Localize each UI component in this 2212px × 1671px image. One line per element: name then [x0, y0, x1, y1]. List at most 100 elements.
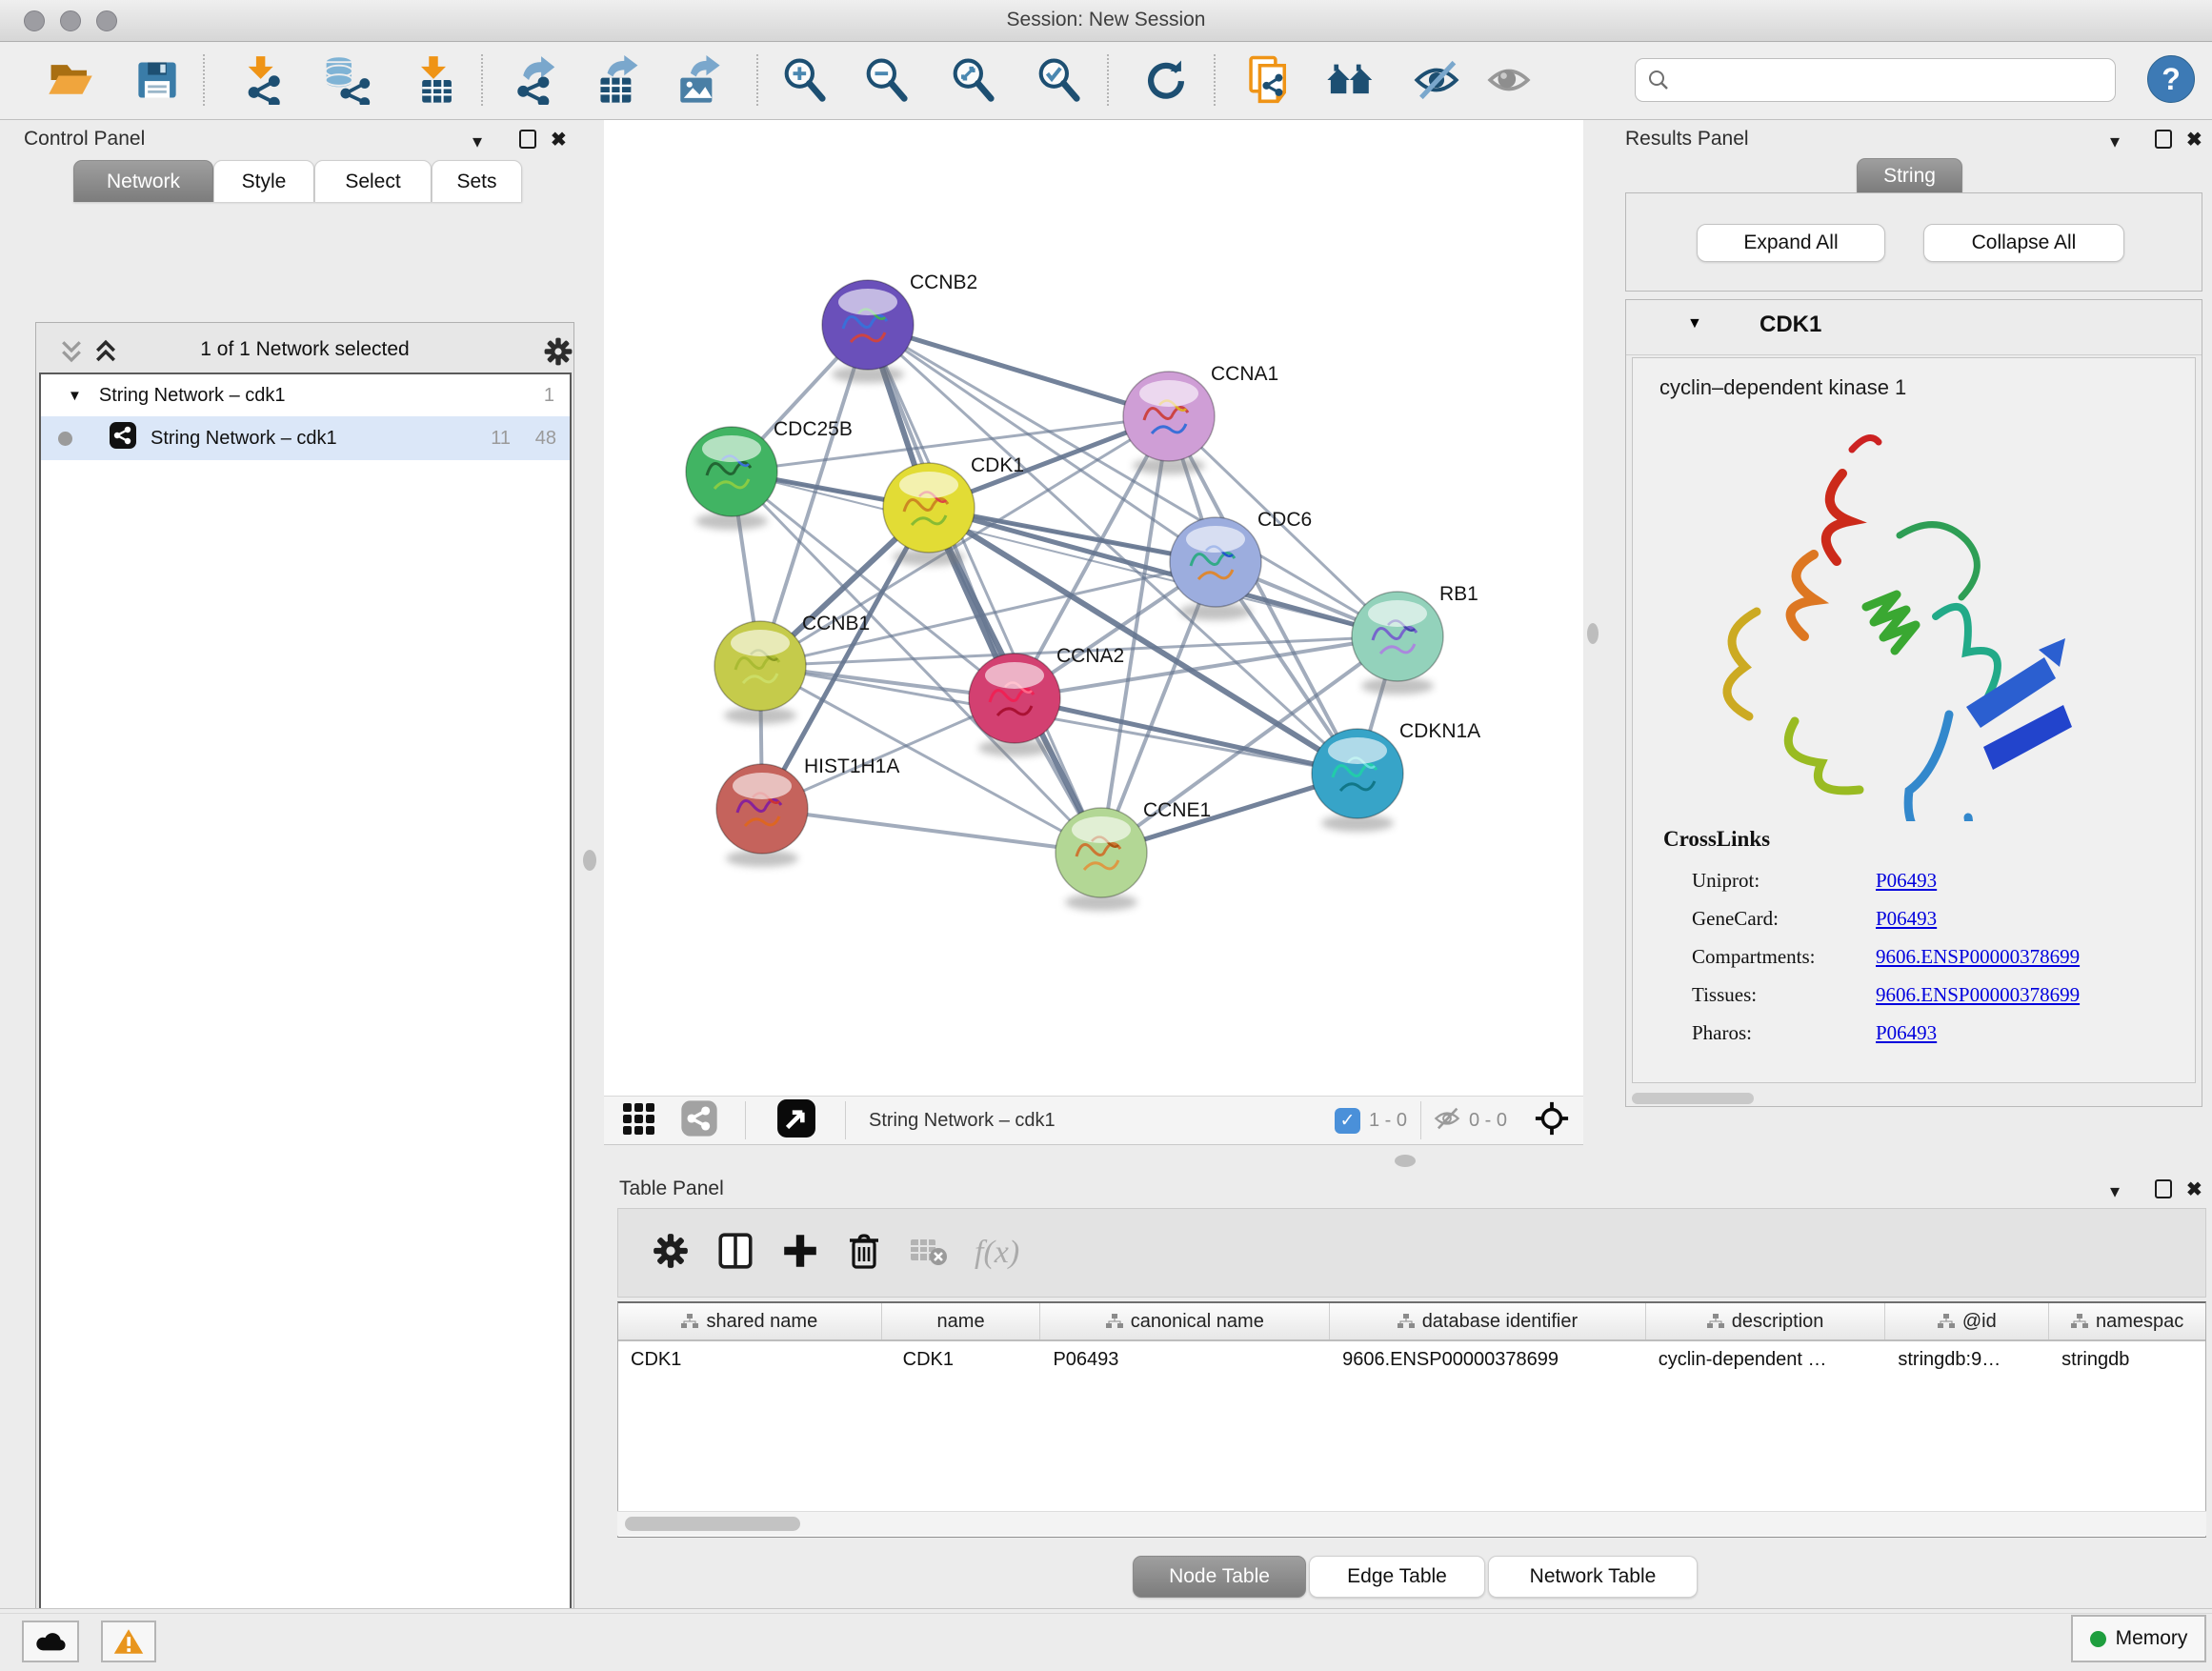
cell-shared-name: CDK1 [618, 1349, 882, 1371]
collection-label: String Network – cdk1 [99, 385, 286, 407]
close-panel-icon[interactable]: ✖ [2186, 1178, 2202, 1201]
close-panel-icon[interactable]: ✖ [551, 128, 567, 151]
table-settings-gear-icon[interactable] [651, 1231, 691, 1276]
table-hscrollbar-thumb[interactable] [625, 1517, 800, 1531]
zoom-fit-icon[interactable] [947, 50, 1000, 110]
tab-string[interactable]: String [1857, 158, 1962, 192]
hidden-counts: 0 - 0 [1469, 1110, 1507, 1132]
open-session-icon[interactable] [44, 50, 97, 110]
expand-all-button[interactable]: Expand All [1697, 224, 1885, 262]
column-header[interactable]: @id [1885, 1303, 2049, 1339]
column-header[interactable]: canonical name [1040, 1303, 1330, 1339]
column-header[interactable]: name [882, 1303, 1041, 1339]
memory-status-dot [2090, 1631, 2106, 1647]
main-toolbar: ? [0, 43, 2212, 120]
grid-view-icon[interactable] [621, 1099, 659, 1142]
save-session-icon[interactable] [131, 50, 184, 110]
tab-node-table[interactable]: Node Table [1133, 1556, 1306, 1598]
show-columns-icon[interactable] [715, 1231, 755, 1276]
search-box[interactable] [1635, 58, 2116, 102]
crosslink-label: Pharos: [1692, 1014, 1816, 1052]
warning-status-button[interactable] [101, 1621, 156, 1662]
clone-network-icon[interactable] [1243, 50, 1297, 110]
crosslink-link[interactable]: 9606.ENSP00000378699 [1876, 937, 2080, 976]
network-node-cdkn1a[interactable]: CDKN1A [1312, 720, 1480, 832]
network-collection-row[interactable]: ▼ String Network – cdk1 1 [41, 374, 570, 416]
network-edge[interactable] [868, 325, 1169, 416]
float-panel-icon[interactable] [2155, 130, 2172, 149]
bottom-splitter-handle[interactable] [1395, 1155, 1416, 1167]
help-button[interactable]: ? [2147, 55, 2195, 103]
collapse-all-button[interactable]: Collapse All [1923, 224, 2124, 262]
float-panel-icon[interactable] [2155, 1179, 2172, 1198]
memory-button[interactable]: Memory [2071, 1615, 2206, 1662]
tab-edge-table[interactable]: Edge Table [1309, 1556, 1485, 1598]
network-node-cdc25b[interactable]: CDC25B [686, 418, 853, 530]
tab-network-table[interactable]: Network Table [1488, 1556, 1698, 1598]
memory-label: Memory [2116, 1627, 2188, 1650]
export-image-icon[interactable] [671, 50, 724, 110]
selected-checkbox-icon[interactable]: ✓ [1335, 1108, 1360, 1134]
fit-content-crosshair-icon[interactable] [1534, 1100, 1570, 1141]
section-collapse-icon[interactable]: ▼ [1687, 315, 1702, 332]
hide-selected-eye-icon[interactable] [1410, 50, 1463, 110]
cloud-status-button[interactable] [22, 1621, 79, 1662]
node-label: CCNA1 [1211, 363, 1278, 385]
table-row[interactable]: CDK1 CDK1 P06493 9606.ENSP00000378699 cy… [618, 1341, 2205, 1378]
network-node-ccne1[interactable]: CCNE1 [1056, 799, 1211, 911]
left-splitter-handle[interactable] [583, 850, 596, 871]
import-network-file-icon[interactable] [236, 50, 290, 110]
column-header[interactable]: description [1646, 1303, 1886, 1339]
crosslink-label: Uniprot: [1692, 861, 1816, 899]
network-node-cdc6[interactable]: CDC6 [1170, 509, 1312, 620]
zoom-out-icon[interactable] [860, 50, 914, 110]
column-header[interactable]: shared name [618, 1303, 882, 1339]
control-panel-title: Control Panel [24, 128, 145, 151]
network-node-ccnb1[interactable]: CCNB1 [714, 613, 870, 724]
network-edge[interactable] [1015, 698, 1357, 774]
crosslink-link[interactable]: P06493 [1876, 861, 2080, 899]
network-node-rb1[interactable]: RB1 [1352, 583, 1478, 695]
table-hscrollbar[interactable] [617, 1511, 2206, 1536]
export-network-icon[interactable] [508, 50, 561, 110]
network-node-ccnb2[interactable]: CCNB2 [822, 272, 977, 383]
panel-menu-icon[interactable]: ▾ [2110, 130, 2120, 153]
zoom-in-icon[interactable] [778, 50, 832, 110]
tab-network[interactable]: Network [73, 160, 213, 202]
show-all-windows-icon[interactable] [1324, 50, 1377, 110]
gear-icon[interactable] [541, 334, 575, 373]
column-header[interactable]: namespac [2049, 1303, 2205, 1339]
import-table-file-icon[interactable] [407, 50, 460, 110]
node-description: cyclin–dependent kinase 1 [1659, 375, 1906, 400]
birdseye-view-icon[interactable] [776, 1098, 816, 1143]
network-row-selected[interactable]: String Network – cdk1 11 48 [41, 416, 570, 460]
close-panel-icon[interactable]: ✖ [2186, 128, 2202, 151]
column-header[interactable]: database identifier [1330, 1303, 1646, 1339]
results-hscrollbar-thumb[interactable] [1632, 1093, 1754, 1104]
export-table-icon[interactable] [590, 50, 643, 110]
tab-sets[interactable]: Sets [432, 160, 522, 202]
search-input[interactable] [1670, 70, 2089, 91]
network-node-hist1h1a[interactable]: HIST1H1A [716, 755, 899, 867]
crosslink-label: GeneCard: [1692, 899, 1816, 937]
network-canvas[interactable]: CCNB2CCNA1CDC25BCDK1CDC6RB1CCNB1CCNA2CDK… [604, 120, 1583, 1096]
float-panel-icon[interactable] [519, 130, 536, 149]
right-splitter-handle[interactable] [1587, 623, 1599, 644]
network-selected-summary: 1 of 1 Network selected [36, 338, 573, 361]
collection-expand-icon[interactable]: ▼ [68, 388, 82, 404]
tab-style[interactable]: Style [213, 160, 314, 202]
tab-select[interactable]: Select [314, 160, 432, 202]
crosslink-link[interactable]: 9606.ENSP00000378699 [1876, 976, 2080, 1014]
delete-column-trash-icon[interactable] [845, 1231, 883, 1276]
network-edge[interactable] [762, 809, 1101, 853]
selected-counts: 1 - 0 [1369, 1110, 1407, 1132]
panel-menu-icon[interactable]: ▾ [2110, 1179, 2120, 1203]
crosslink-link[interactable]: P06493 [1876, 1014, 2080, 1052]
crosslink-link[interactable]: P06493 [1876, 899, 2080, 937]
refresh-view-icon[interactable] [1139, 50, 1193, 110]
network-share-icon[interactable] [680, 1099, 718, 1142]
panel-menu-icon[interactable]: ▾ [473, 130, 482, 153]
zoom-selected-icon[interactable] [1033, 50, 1086, 110]
import-network-database-icon[interactable] [320, 50, 373, 110]
add-column-plus-icon[interactable] [780, 1231, 820, 1276]
